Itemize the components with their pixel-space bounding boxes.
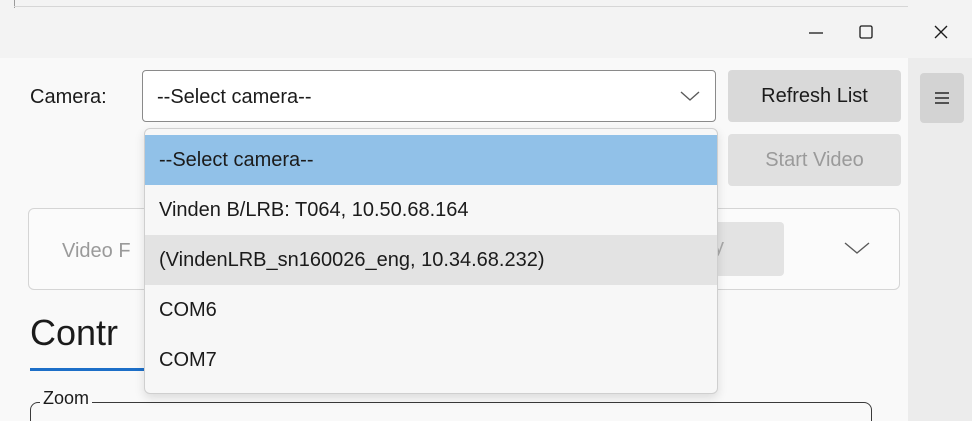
camera-label: Camera: (30, 86, 107, 108)
video-settings-label: Video F (62, 240, 131, 262)
zoom-group (30, 402, 872, 421)
start-video-button[interactable]: Start Video (728, 134, 901, 186)
maximize-button[interactable] (843, 14, 889, 50)
minimize-icon (809, 32, 823, 34)
camera-option-label: COM7 (159, 349, 217, 371)
title-bar-divider (14, 6, 908, 7)
camera-option-label: (VindenLRB_sn160026_eng, 10.34.68.232) (159, 249, 545, 271)
controls-heading: Contr (30, 312, 119, 353)
camera-option-label: COM6 (159, 299, 217, 321)
title-bar (0, 0, 972, 58)
hamburger-icon (935, 92, 949, 104)
maximize-icon (859, 25, 873, 39)
camera-option-label: Vinden B/LRB: T064, 10.50.68.164 (159, 199, 469, 221)
minimize-button[interactable] (793, 14, 839, 50)
camera-option[interactable]: COM7 (145, 335, 717, 385)
camera-option-label: --Select camera-- (159, 149, 314, 171)
close-button[interactable] (918, 14, 964, 50)
zoom-legend: Zoom (40, 388, 93, 409)
app-window: Camera: --Select camera-- Refresh List S… (0, 0, 972, 421)
expand-chevron-icon[interactable] (842, 238, 872, 258)
camera-option[interactable]: --Select camera-- (145, 135, 717, 185)
camera-option[interactable]: Vinden B/LRB: T064, 10.50.68.164 (145, 185, 717, 235)
chevron-down-icon (680, 91, 700, 101)
menu-button[interactable] (920, 73, 964, 123)
close-icon (934, 25, 948, 39)
camera-option[interactable]: (VindenLRB_sn160026_eng, 10.34.68.232) (145, 235, 717, 285)
camera-select-value: --Select camera-- (157, 86, 312, 108)
camera-option[interactable]: COM6 (145, 285, 717, 335)
refresh-list-button[interactable]: Refresh List (728, 70, 901, 122)
camera-select[interactable]: --Select camera-- (142, 70, 716, 122)
camera-dropdown-list: --Select camera-- Vinden B/LRB: T064, 10… (144, 128, 718, 394)
